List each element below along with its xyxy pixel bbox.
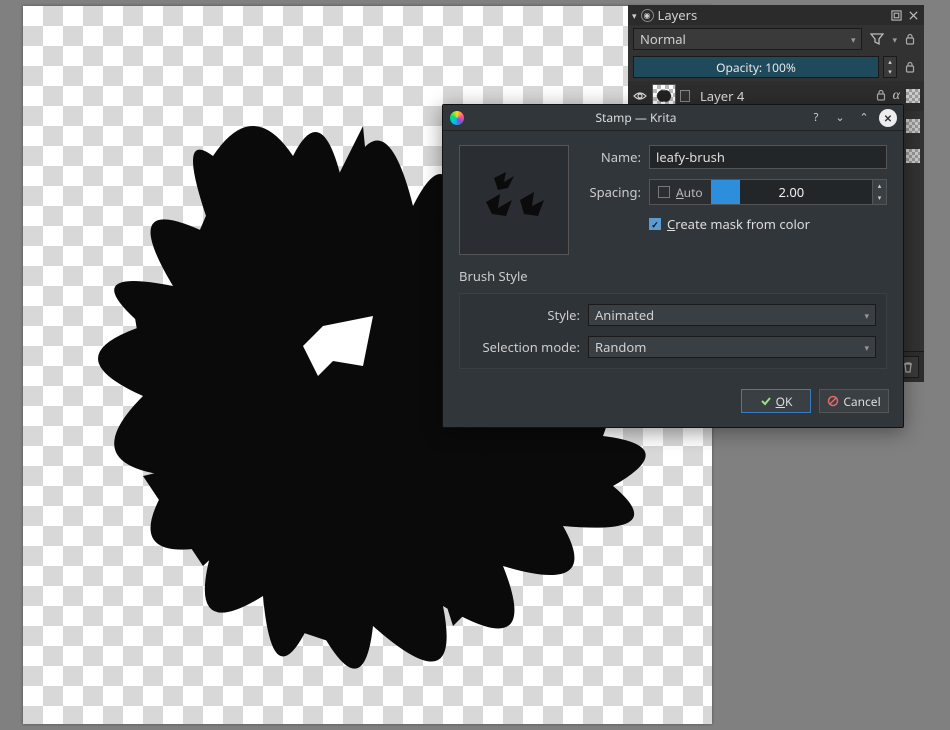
alpha-checker-icon[interactable] [906,149,920,163]
blend-mode-combo[interactable]: Normal ▾ [633,28,862,50]
auto-checkbox[interactable] [658,186,670,198]
lock-icon[interactable] [875,87,887,105]
layers-title: Layers [658,6,698,24]
filter-chevron-icon[interactable]: ▾ [892,33,897,46]
alpha-checker-icon[interactable] [906,89,920,103]
style-value: Animated [595,306,654,324]
blend-mode-value: Normal [640,30,686,48]
brush-preview [459,145,569,255]
spacing-value: 2.00 [778,183,804,201]
create-mask-checkbox[interactable]: ✓ [649,218,661,230]
stamp-dialog: Stamp — Krita ? ⌄ ⌃ ✕ Name: Spacing: [442,104,904,428]
auto-label: AAutouto [676,184,703,201]
brush-style-group: Style: Animated ▾ Selection mode: Random… [459,293,887,369]
create-mask-label[interactable]: Create mask from color [667,215,810,233]
chevron-down-icon: ▾ [864,341,869,354]
cancel-button[interactable]: Cancel [819,389,889,413]
dialog-titlebar[interactable]: Stamp — Krita ? ⌄ ⌃ ✕ [443,105,903,131]
opacity-label: Opacity: 100% [716,59,796,76]
panel-icon: ◉ [641,9,654,22]
float-panel-icon[interactable] [890,9,903,22]
help-icon[interactable]: ? [807,109,825,127]
layer-name[interactable]: Layer 4 [694,87,871,105]
blend-lock-icon[interactable] [901,28,919,50]
collapse-icon[interactable]: ▾ [632,9,637,22]
ok-button[interactable]: OKOK [741,389,811,413]
spacing-label: Spacing: [581,183,641,201]
brush-style-group-label: Brush Style [459,267,887,285]
spacing-slider[interactable]: 2.00 [711,180,872,204]
shade-up-icon[interactable]: ⌃ [855,109,873,127]
selection-mode-combo[interactable]: Random ▾ [588,336,876,358]
alpha-icon[interactable]: α [891,88,902,104]
spacing-spin[interactable]: ▴▾ [872,180,886,204]
close-icon[interactable]: ✕ [879,109,897,127]
name-input[interactable] [649,145,887,169]
chevron-down-icon: ▾ [864,309,869,322]
layers-titlebar[interactable]: ▾ ◉ Layers [628,5,924,25]
spacing-control[interactable]: AAutouto 2.00 ▴▾ [649,179,887,205]
krita-logo-icon [449,110,465,126]
chevron-down-icon: ▾ [851,33,856,46]
style-label: Style: [470,306,580,324]
style-combo[interactable]: Animated ▾ [588,304,876,326]
filter-icon[interactable] [866,28,888,50]
selection-mode-label: Selection mode: [470,338,580,356]
dialog-title: Stamp — Krita [471,109,801,126]
name-label: Name: [581,148,641,166]
opacity-spin[interactable]: ▴▾ [883,56,897,78]
eye-icon[interactable] [632,88,648,104]
shade-down-icon[interactable]: ⌄ [831,109,849,127]
opacity-slider[interactable]: Opacity: 100% [633,56,879,78]
close-panel-icon[interactable] [907,9,920,22]
opacity-lock-icon[interactable] [901,56,919,78]
alpha-checker-icon[interactable] [906,119,920,133]
selection-mode-value: Random [595,338,646,356]
layer-mini-icon [680,90,690,102]
